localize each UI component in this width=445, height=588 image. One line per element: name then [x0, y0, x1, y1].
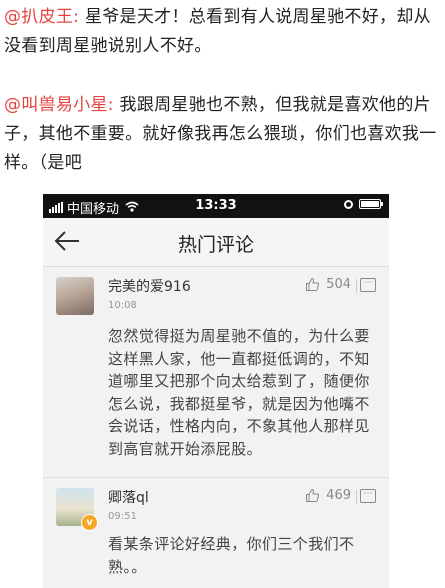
nav-bar: 热门评论 — [43, 218, 389, 267]
like-count: 504 — [326, 277, 351, 292]
page-title: 热门评论 — [177, 234, 254, 256]
alarm-icon — [344, 199, 353, 209]
comment-username[interactable]: 卿落ql — [108, 487, 149, 507]
status-time: 13:33 — [195, 198, 237, 213]
post-quote-1: @扒皮王: 星爷是天才！总看到有人说周星驰不好，却从没看到周星驰说别人不好。 — [4, 3, 440, 61]
status-bar: 中国移动 13:33 — [43, 194, 389, 218]
thumbs-up-icon — [306, 277, 320, 291]
divider — [356, 279, 357, 293]
phone-screenshot: 中国移动 13:33 热门评论 完美的爱916 10:08 504 ··· 忽然… — [43, 194, 389, 588]
like-button[interactable]: 469 — [305, 488, 351, 503]
comment-item: 完美的爱916 10:08 504 ··· 忽然觉得挺为周星驰不值的，为什么要这… — [43, 267, 389, 478]
comment-text: 忽然觉得挺为周星驰不值的，为什么要这样黑人家，他一直都挺低调的，不知道哪里又把那… — [108, 327, 370, 458]
battery-icon — [359, 199, 383, 209]
comment-time: 09:51 — [108, 511, 137, 522]
thumbs-up-icon — [306, 488, 320, 502]
divider — [356, 490, 357, 504]
mention-link[interactable]: @扒皮王: — [4, 7, 79, 27]
like-count: 469 — [326, 488, 351, 503]
comment-text: 看某条评论好经典，你们三个我们不熟。。 — [108, 535, 355, 576]
like-button[interactable]: 504 — [305, 277, 351, 292]
verified-badge-icon: v — [81, 514, 98, 531]
comment-username[interactable]: 完美的爱916 — [108, 276, 191, 296]
status-right — [344, 199, 383, 209]
avatar[interactable] — [56, 277, 94, 315]
comment-item: v 卿落ql 09:51 469 ··· 看某条评论好经典，你们三个我们不熟。。 — [43, 478, 389, 588]
page: @扒皮王: 星爷是天才！总看到有人说周星驰不好，却从没看到周星驰说别人不好。 @… — [0, 0, 445, 588]
post-quote-2: @叫兽易小星: 我跟周星驰也不熟，但我就是喜欢他的片子，其他不重要。就好像我再怎… — [4, 91, 440, 178]
mention-link[interactable]: @叫兽易小星: — [4, 95, 114, 115]
more-icon[interactable]: ··· — [360, 278, 376, 292]
more-icon[interactable]: ··· — [360, 489, 376, 503]
comment-time: 10:08 — [108, 300, 137, 311]
